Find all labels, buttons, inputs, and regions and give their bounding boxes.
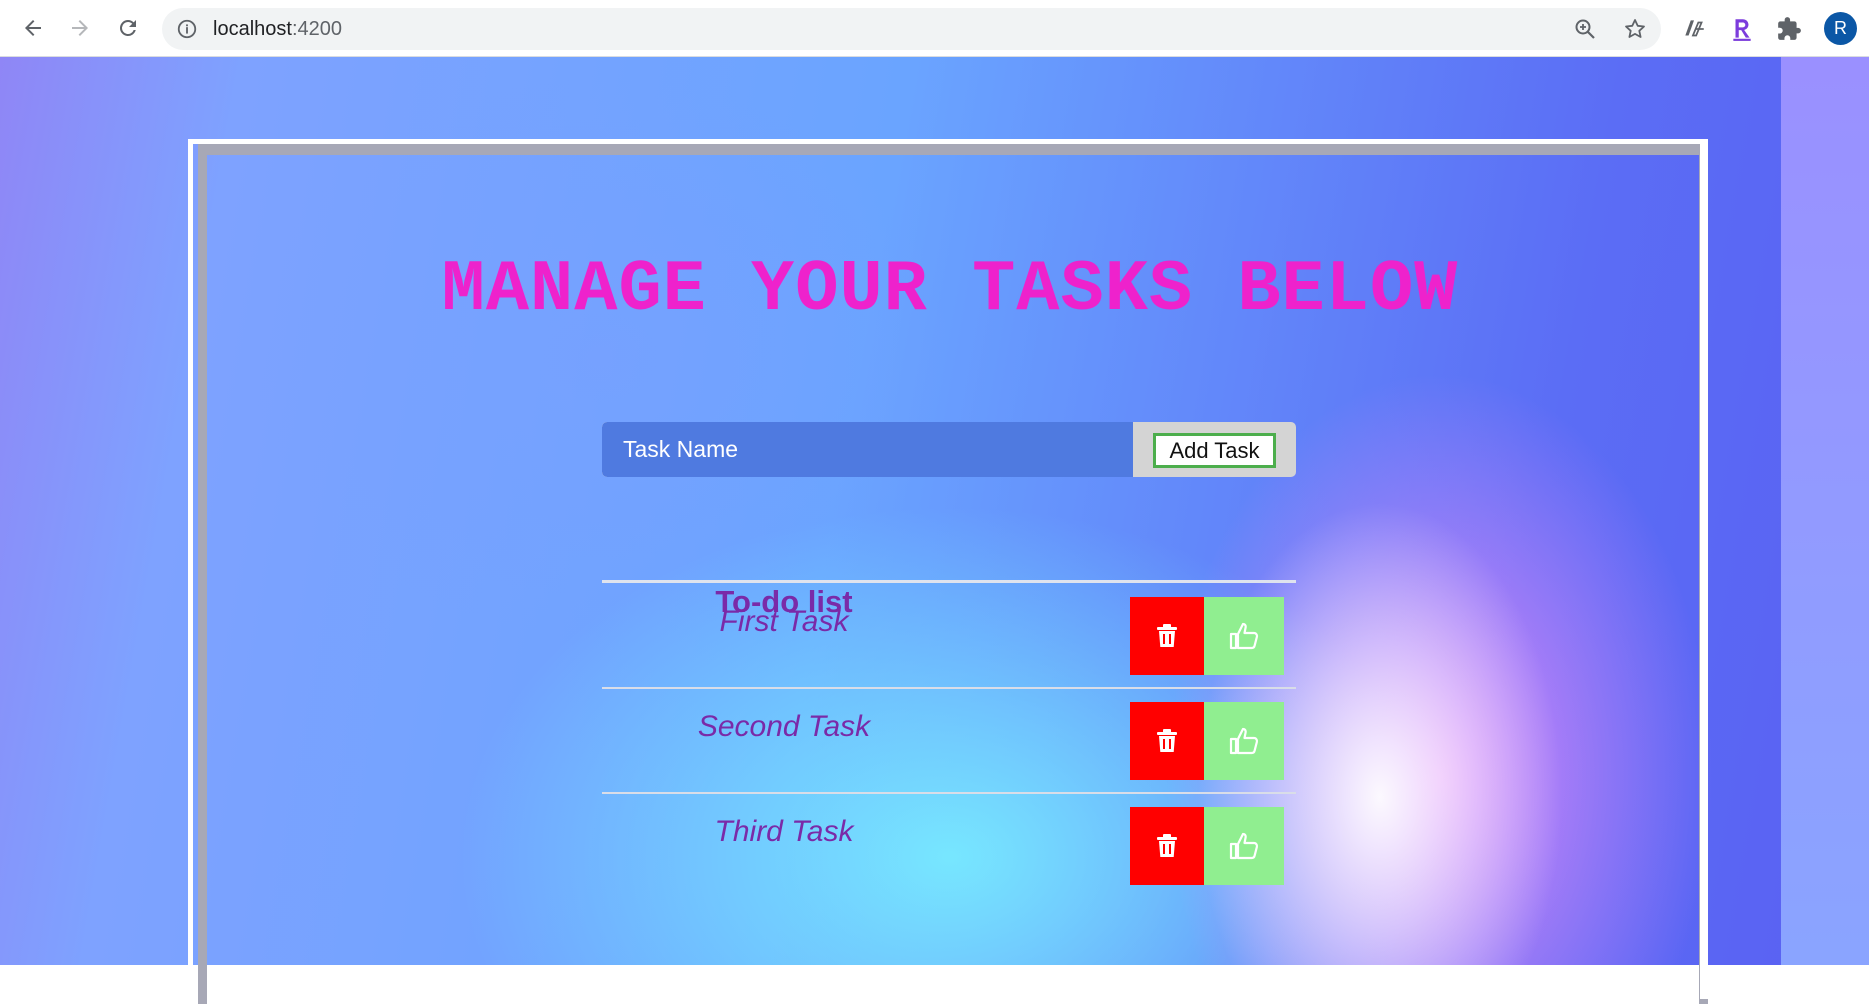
url-text[interactable]: localhost:4200: [213, 18, 342, 40]
extension-r-button[interactable]: [1727, 14, 1757, 44]
list-divider: [602, 687, 1296, 689]
thumbs-up-icon: [1229, 622, 1259, 650]
profile-avatar[interactable]: R: [1824, 12, 1857, 45]
page-title: MANAGE YOUR TASKS BELOW: [441, 249, 1459, 331]
back-arrow-icon: [25, 20, 41, 36]
list-divider: [602, 792, 1296, 794]
add-task-button[interactable]: Add Task: [1153, 433, 1276, 468]
delete-task-button[interactable]: [1130, 597, 1204, 675]
extension-r-icon: [1733, 19, 1751, 41]
forward-button[interactable]: [62, 10, 98, 46]
trash-icon: [1157, 729, 1177, 752]
info-icon[interactable]: [176, 18, 198, 40]
complete-task-button[interactable]: [1204, 597, 1284, 675]
background-strip: [1781, 57, 1869, 965]
task-name: Second Task: [697, 710, 871, 743]
list-divider: [602, 580, 1296, 583]
trash-icon: [1157, 834, 1177, 857]
zoom-icon[interactable]: [1573, 17, 1597, 41]
frame-edge: [1700, 139, 1708, 999]
reload-icon: [119, 19, 136, 36]
add-task-form: Add Task: [602, 422, 1296, 477]
address-bar[interactable]: localhost:4200: [162, 8, 1661, 50]
app-page: MANAGE YOUR TASKS BELOW Add Task To-do l…: [0, 57, 1869, 1004]
complete-task-button[interactable]: [1204, 702, 1284, 780]
url-host: localhost: [213, 18, 292, 40]
trash-icon: [1157, 624, 1177, 647]
back-button[interactable]: [15, 10, 51, 46]
forward-arrow-icon: [72, 20, 88, 36]
task-name-input[interactable]: [602, 422, 1133, 477]
puzzle-icon: [1778, 17, 1801, 40]
extensions-menu-button[interactable]: [1774, 14, 1804, 44]
task-row: Third Task: [602, 807, 1296, 912]
thumbs-up-icon: [1229, 727, 1259, 755]
task-name: Third Task: [714, 815, 854, 848]
thumbs-up-icon: [1229, 832, 1259, 860]
delete-task-button[interactable]: [1130, 807, 1204, 885]
task-name: First Task: [719, 605, 849, 638]
extension-button[interactable]: [1679, 14, 1709, 44]
reload-button[interactable]: [110, 10, 146, 46]
extension-icon: [1685, 20, 1704, 37]
browser-toolbar: localhost:4200 R: [0, 0, 1869, 57]
star-icon[interactable]: [1623, 17, 1647, 41]
delete-task-button[interactable]: [1130, 702, 1204, 780]
url-port: :4200: [291, 18, 342, 40]
complete-task-button[interactable]: [1204, 807, 1284, 885]
